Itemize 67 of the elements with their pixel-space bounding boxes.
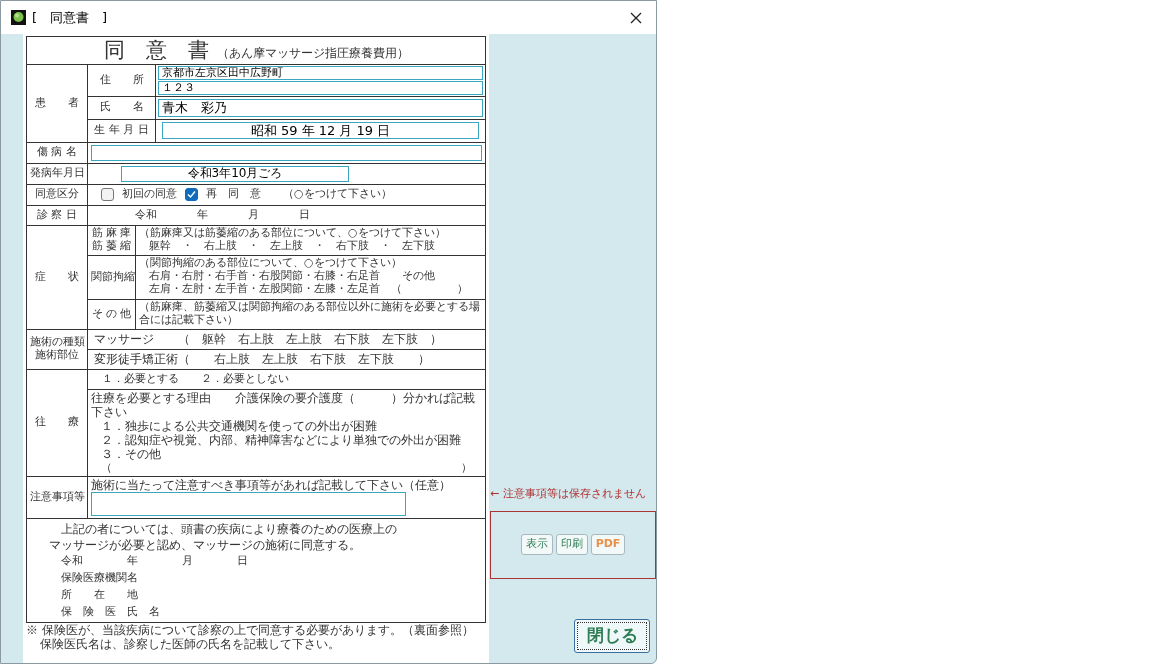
date-text: 月 [248, 208, 259, 222]
input-field[interactable]: 京都市左京区田中広野町 [158, 65, 483, 80]
form-text: 変形徒手矯正術（ 右上肢 左上肢 右下肢 左下肢 ） [94, 351, 430, 366]
form-text: ２．認知症や視覚、内部、精神障害などにより単独での外出が困難 [100, 433, 462, 448]
footnote-text: 保険医氏名は、診察した医師の氏名を記載して下さい。 [39, 638, 341, 652]
form-text: 施術に当たって注意すべき事項等があれば記載して下さい（任意） [91, 477, 452, 492]
checkbox-label: 初回の同意 [122, 188, 177, 202]
date-text: 令和 [135, 208, 157, 222]
date-text: 令和 [61, 554, 83, 569]
input-field[interactable]: １２３ [158, 80, 483, 95]
row-label: 施術部位 [34, 349, 80, 363]
row-label: 診 察 日 [37, 207, 77, 221]
input-field[interactable] [91, 144, 482, 161]
row-label: 患 者 [35, 95, 79, 109]
form-text: （○をつけて下さい） [283, 188, 392, 202]
row-label: 症 状 [35, 269, 79, 283]
form-text: ３．その他 [100, 447, 162, 462]
input-field[interactable]: 昭和 59 年 12 月 19 日 [162, 122, 479, 140]
input-field[interactable]: 青木 彩乃 [158, 98, 483, 117]
form-text: 左肩・左肘・左手首・左股関節・左膝・左足首 （ ） [148, 282, 469, 296]
form-text: （関節拘縮のある部位について、○をつけて下さい） [139, 256, 403, 269]
row-label: そ の 他 [91, 307, 132, 321]
date-text: 日 [237, 554, 248, 569]
bracket-text: （ [101, 461, 112, 475]
action-button[interactable]: 印刷 [555, 534, 588, 555]
checkbox[interactable] [185, 188, 198, 202]
app-icon [11, 10, 26, 25]
checkbox[interactable] [101, 188, 114, 202]
warning-text: ← 注意事項等は保存されません [490, 486, 647, 502]
statement-text: マッサージが必要と認め、マッサージの施術に同意する。 [49, 536, 362, 554]
date-text: 日 [299, 208, 310, 222]
row-label: 住 所 [99, 72, 144, 86]
row-label: 氏 名 [99, 100, 144, 114]
input-field[interactable]: 令和3年10月ごろ [121, 165, 349, 182]
window-title: [ 同意書 ] [32, 8, 108, 27]
form-text: １．必要とする ２．必要としない [102, 371, 289, 385]
row-label: 注意事項等 [30, 489, 85, 503]
checkbox-label: 再 同 意 [206, 188, 261, 202]
row-label: 同意区分 [35, 187, 79, 201]
row-label: 生 年 月 日 [94, 123, 149, 137]
footnote-text: ※ 保険医が、当該疾病について診察の上で同意する必要があります。（裏面参照） [26, 624, 475, 638]
form-text: １．独歩による公共交通機関を使っての外出が困難 [100, 419, 378, 434]
form-text: 躯幹 ・ 右上肢 ・ 左上肢 ・ 右下肢 ・ 左下肢 [148, 239, 436, 253]
date-text: 年 [127, 554, 138, 569]
date-text: 月 [182, 554, 193, 569]
row-label: 筋 麻 痺 [91, 227, 132, 240]
input-field[interactable] [91, 491, 406, 516]
form-text: （筋麻痺又は筋萎縮のある部位について、○をつけて下さい） [139, 226, 447, 240]
form-text: 保険医療機関名 [60, 569, 139, 586]
row-label: 往 療 [35, 415, 79, 429]
form-text: マッサージ （ 躯幹 右上肢 左上肢 右下肢 左下肢 ） [94, 331, 442, 346]
form-text: 往療を必要とする理由 介護保険の要介護度（ ）分かれば記載下さい [91, 390, 476, 420]
close-button[interactable]: 閉じる [574, 618, 650, 653]
statement-text: 上記の者については、頭書の疾病により療養のための医療上の [60, 520, 398, 537]
row-label: 施術の種類 [30, 336, 84, 349]
form-subtitle: （あん摩マッサージ指圧療養費用） [216, 46, 409, 60]
date-text: 年 [197, 208, 208, 222]
row-label: 発病年月日 [30, 166, 85, 180]
form-text: 所 在 地 [60, 586, 139, 603]
bracket-text: ） [461, 461, 472, 475]
form-title: 同 意 書 [103, 38, 209, 62]
form-text: （筋麻痺、筋萎縮又は関節拘縮のある部位以外に施術を必要とする場合には記載下さい） [139, 300, 481, 327]
form-text: 右肩・右肘・右手首・右股関節・右膝・右足首 その他 [148, 269, 436, 282]
row-label: 筋 萎 縮 [91, 240, 132, 254]
row-label: 傷 病 名 [37, 145, 77, 159]
action-button[interactable]: 表示 [520, 534, 553, 555]
form-text: 保 険 医 氏 名 [60, 603, 161, 620]
